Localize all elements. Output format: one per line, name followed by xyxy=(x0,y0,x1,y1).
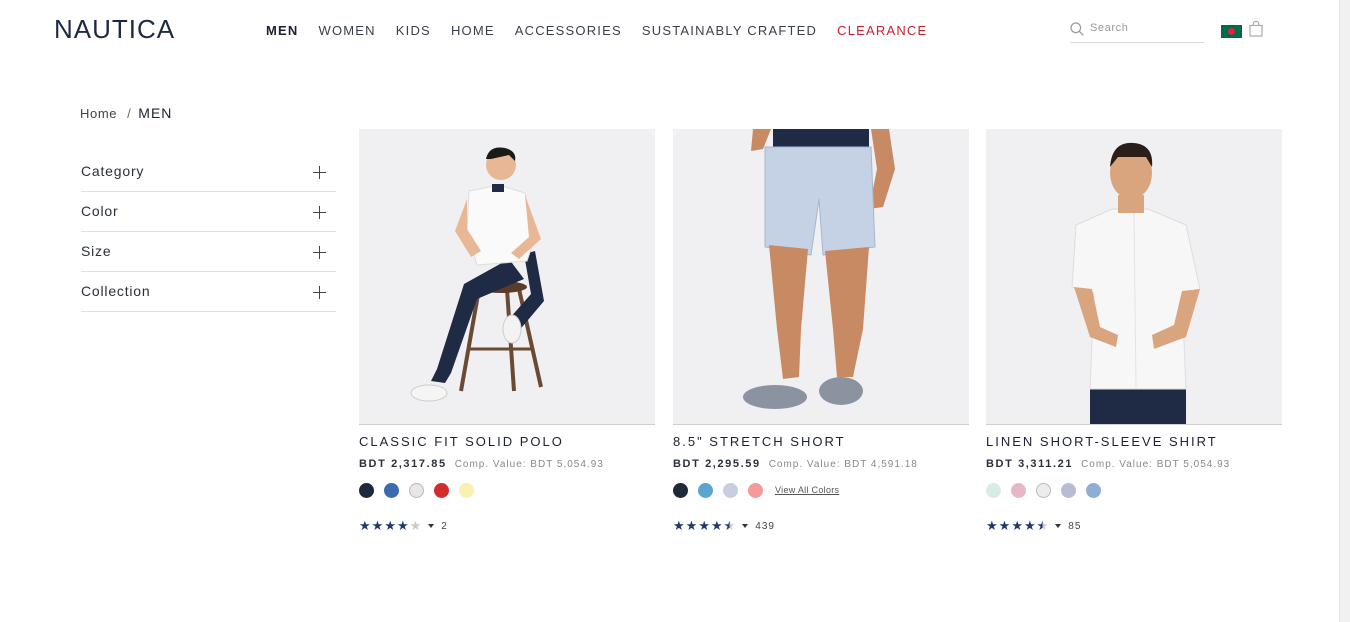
filter-size[interactable]: Size xyxy=(81,232,336,272)
review-count[interactable]: 2 xyxy=(441,521,448,532)
view-all-colors-link[interactable]: View All Colors xyxy=(775,485,839,495)
color-swatch[interactable] xyxy=(1061,482,1076,498)
color-swatches xyxy=(986,482,1282,498)
product-price: BDT 2,317.85 xyxy=(359,458,447,470)
color-swatches: View All Colors xyxy=(673,482,969,498)
comp-value: Comp. Value: BDT 4,591.18 xyxy=(768,459,918,470)
filter-category[interactable]: Category xyxy=(81,152,336,192)
plus-icon[interactable] xyxy=(313,246,326,259)
search-input[interactable] xyxy=(1090,22,1200,34)
breadcrumb-current: MEN xyxy=(138,105,173,121)
nav-kids[interactable]: KIDS xyxy=(396,23,431,38)
star-icon: ★ xyxy=(986,518,998,533)
breadcrumb-home[interactable]: Home xyxy=(80,106,117,121)
comp-value: Comp. Value: BDT 5,054.93 xyxy=(1081,459,1231,470)
caret-down-icon[interactable] xyxy=(1055,524,1062,528)
star-icon: ★ xyxy=(685,518,698,533)
star-icon: ★ xyxy=(371,518,384,533)
star-icon: ★ xyxy=(359,518,371,533)
color-swatch[interactable] xyxy=(748,482,763,498)
caret-down-icon[interactable] xyxy=(428,524,435,528)
comp-value: Comp. Value: BDT 5,054.93 xyxy=(454,459,604,470)
star-icon: ★ xyxy=(998,518,1011,533)
rating-stars: ★ ★ ★ ★ ★ xyxy=(359,518,422,533)
color-swatches xyxy=(359,482,655,498)
product-card[interactable]: LINEN SHORT-SLEEVE SHIRT BDT 3,311.21 Co… xyxy=(986,129,1282,532)
star-icon: ★ xyxy=(673,518,685,533)
star-icon: ★ xyxy=(698,518,710,533)
filter-color[interactable]: Color xyxy=(81,192,336,232)
filter-label: Color xyxy=(81,203,119,219)
search-icon[interactable] xyxy=(1070,22,1084,36)
filter-sidebar: Category Color Size Collection xyxy=(81,152,336,312)
star-icon: ★ xyxy=(1036,518,1049,533)
color-swatch[interactable] xyxy=(723,482,738,498)
filter-collection[interactable]: Collection xyxy=(81,272,336,312)
plus-icon[interactable] xyxy=(313,286,326,299)
nav-accessories[interactable]: ACCESSORIES xyxy=(515,23,622,38)
star-icon: ★ xyxy=(723,518,736,533)
nautica-logo[interactable]: NAUTICA xyxy=(54,14,175,45)
nav-home[interactable]: HOME xyxy=(451,23,495,38)
review-count[interactable]: 85 xyxy=(1068,521,1081,532)
plus-icon[interactable] xyxy=(313,166,326,179)
product-image[interactable] xyxy=(359,129,655,425)
product-image[interactable] xyxy=(986,129,1282,425)
nav-women[interactable]: WOMEN xyxy=(319,23,376,38)
star-icon: ★ xyxy=(396,518,409,533)
rating-stars: ★ ★ ★ ★ ★ xyxy=(986,518,1049,533)
product-card[interactable]: 8.5" STRETCH SHORT BDT 2,295.59 Comp. Va… xyxy=(673,129,969,532)
breadcrumb-separator: / xyxy=(127,106,132,121)
product-image[interactable] xyxy=(673,129,969,425)
search-box xyxy=(1070,20,1204,43)
nav-men[interactable]: MEN xyxy=(266,23,299,38)
product-card[interactable]: CLASSIC FIT SOLID POLO BDT 2,317.85 Comp… xyxy=(359,129,655,532)
filter-label: Size xyxy=(81,243,112,259)
filter-label: Collection xyxy=(81,283,151,299)
product-name[interactable]: CLASSIC FIT SOLID POLO xyxy=(359,434,655,449)
nav-sustainably-crafted[interactable]: SUSTAINABLY CRAFTED xyxy=(642,23,817,38)
plus-icon[interactable] xyxy=(313,206,326,219)
filter-label: Category xyxy=(81,163,145,179)
star-icon: ★ xyxy=(384,518,396,533)
linen-shirt-model-illustration xyxy=(1071,142,1201,424)
product-rating[interactable]: ★ ★ ★ ★ ★ 439 xyxy=(673,518,969,533)
review-count[interactable]: 439 xyxy=(755,521,775,532)
product-name[interactable]: LINEN SHORT-SLEEVE SHIRT xyxy=(986,434,1282,449)
color-swatch[interactable] xyxy=(673,482,688,498)
product-price: BDT 3,311.21 xyxy=(986,458,1074,470)
bangladesh-flag-icon[interactable] xyxy=(1221,25,1242,38)
color-swatch[interactable] xyxy=(1036,482,1051,498)
caret-down-icon[interactable] xyxy=(742,524,749,528)
nav-clearance[interactable]: CLEARANCE xyxy=(837,23,927,38)
star-icon: ★ xyxy=(710,518,723,533)
page-scrollbar[interactable] xyxy=(1339,0,1350,622)
star-icon: ★ xyxy=(1023,518,1036,533)
color-swatch[interactable] xyxy=(459,482,474,498)
color-swatch[interactable] xyxy=(409,482,424,498)
color-swatch[interactable] xyxy=(359,482,374,498)
product-name[interactable]: 8.5" STRETCH SHORT xyxy=(673,434,969,449)
product-price: BDT 2,295.59 xyxy=(673,458,761,470)
color-swatch[interactable] xyxy=(434,482,449,498)
shopping-bag-icon[interactable] xyxy=(1249,21,1263,37)
main-nav: MEN WOMEN KIDS HOME ACCESSORIES SUSTAINA… xyxy=(266,23,947,38)
color-swatch[interactable] xyxy=(1011,482,1026,498)
color-swatch[interactable] xyxy=(698,482,713,498)
rating-stars: ★ ★ ★ ★ ★ xyxy=(673,518,736,533)
color-swatch[interactable] xyxy=(1086,482,1101,498)
color-swatch[interactable] xyxy=(384,482,399,498)
color-swatch[interactable] xyxy=(986,482,1001,498)
product-rating[interactable]: ★ ★ ★ ★ ★ 85 xyxy=(986,518,1282,533)
shorts-model-illustration xyxy=(743,129,895,409)
star-icon: ★ xyxy=(409,518,422,533)
product-rating[interactable]: ★ ★ ★ ★ ★ 2 xyxy=(359,518,655,533)
breadcrumb: Home / MEN xyxy=(80,105,172,121)
star-icon: ★ xyxy=(1011,518,1023,533)
polo-model-illustration xyxy=(410,147,544,402)
